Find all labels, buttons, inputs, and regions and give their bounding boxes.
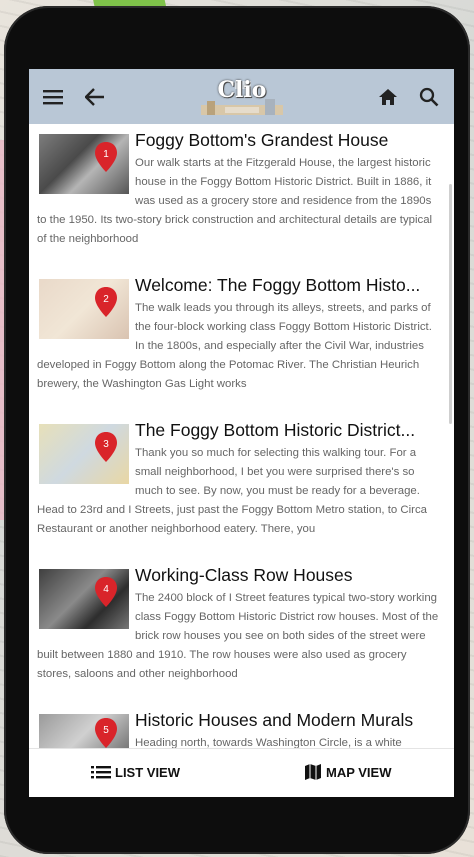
back-arrow-icon[interactable] — [81, 83, 109, 111]
story-title: The Foggy Bottom Historic District... — [135, 420, 416, 440]
story-description: Heading north, towards Washington Circle… — [135, 737, 402, 749]
list-view-tab[interactable]: LIST VIEW — [91, 761, 180, 783]
menu-icon[interactable] — [39, 83, 67, 111]
story-description: Our walk starts at the Fitzgerald House,… — [37, 157, 433, 245]
home-icon[interactable] — [374, 83, 402, 111]
phone-frame: Clio 1 Foggy Bottom's Grandest House Our — [4, 6, 470, 854]
list-view-label: LIST VIEW — [115, 764, 180, 780]
scrollbar[interactable] — [449, 184, 452, 424]
map-view-label: MAP VIEW — [326, 764, 392, 780]
story-title: Working-Class Row Houses — [135, 565, 353, 585]
app-screen: Clio 1 Foggy Bottom's Grandest House Our — [29, 69, 454, 797]
list-item[interactable]: 3 The Foggy Bottom Historic District... … — [29, 418, 454, 554]
list-icon — [91, 766, 111, 779]
list-item[interactable]: 1 Foggy Bottom's Grandest House Our walk… — [29, 128, 454, 264]
story-title: Historic Houses and Modern Murals — [135, 710, 414, 730]
story-description: The walk leads you through its alleys, s… — [37, 302, 432, 390]
list-item[interactable]: 2 Welcome: The Foggy Bottom Histo... The… — [29, 273, 454, 409]
app-bar: Clio — [29, 69, 454, 124]
map-view-tab[interactable]: MAP VIEW — [304, 761, 392, 783]
story-title: Welcome: The Foggy Bottom Histo... — [135, 275, 421, 295]
story-description: The 2400 block of I Street features typi… — [37, 592, 439, 680]
logo-text: Clio — [217, 77, 267, 103]
story-title: Foggy Bottom's Grandest House — [135, 130, 389, 150]
list-item[interactable]: 5 Historic Houses and Modern Murals Head… — [29, 708, 454, 749]
clio-logo: Clio — [195, 77, 289, 119]
bottom-tab-bar: LIST VIEW MAP VIEW — [29, 748, 454, 797]
story-description: Thank you so much for selecting this wal… — [37, 447, 428, 535]
map-icon — [305, 764, 321, 780]
search-icon[interactable] — [415, 83, 443, 111]
stories-list: 1 Foggy Bottom's Grandest House Our walk… — [29, 124, 454, 749]
list-item[interactable]: 4 Working-Class Row Houses The 2400 bloc… — [29, 563, 454, 699]
